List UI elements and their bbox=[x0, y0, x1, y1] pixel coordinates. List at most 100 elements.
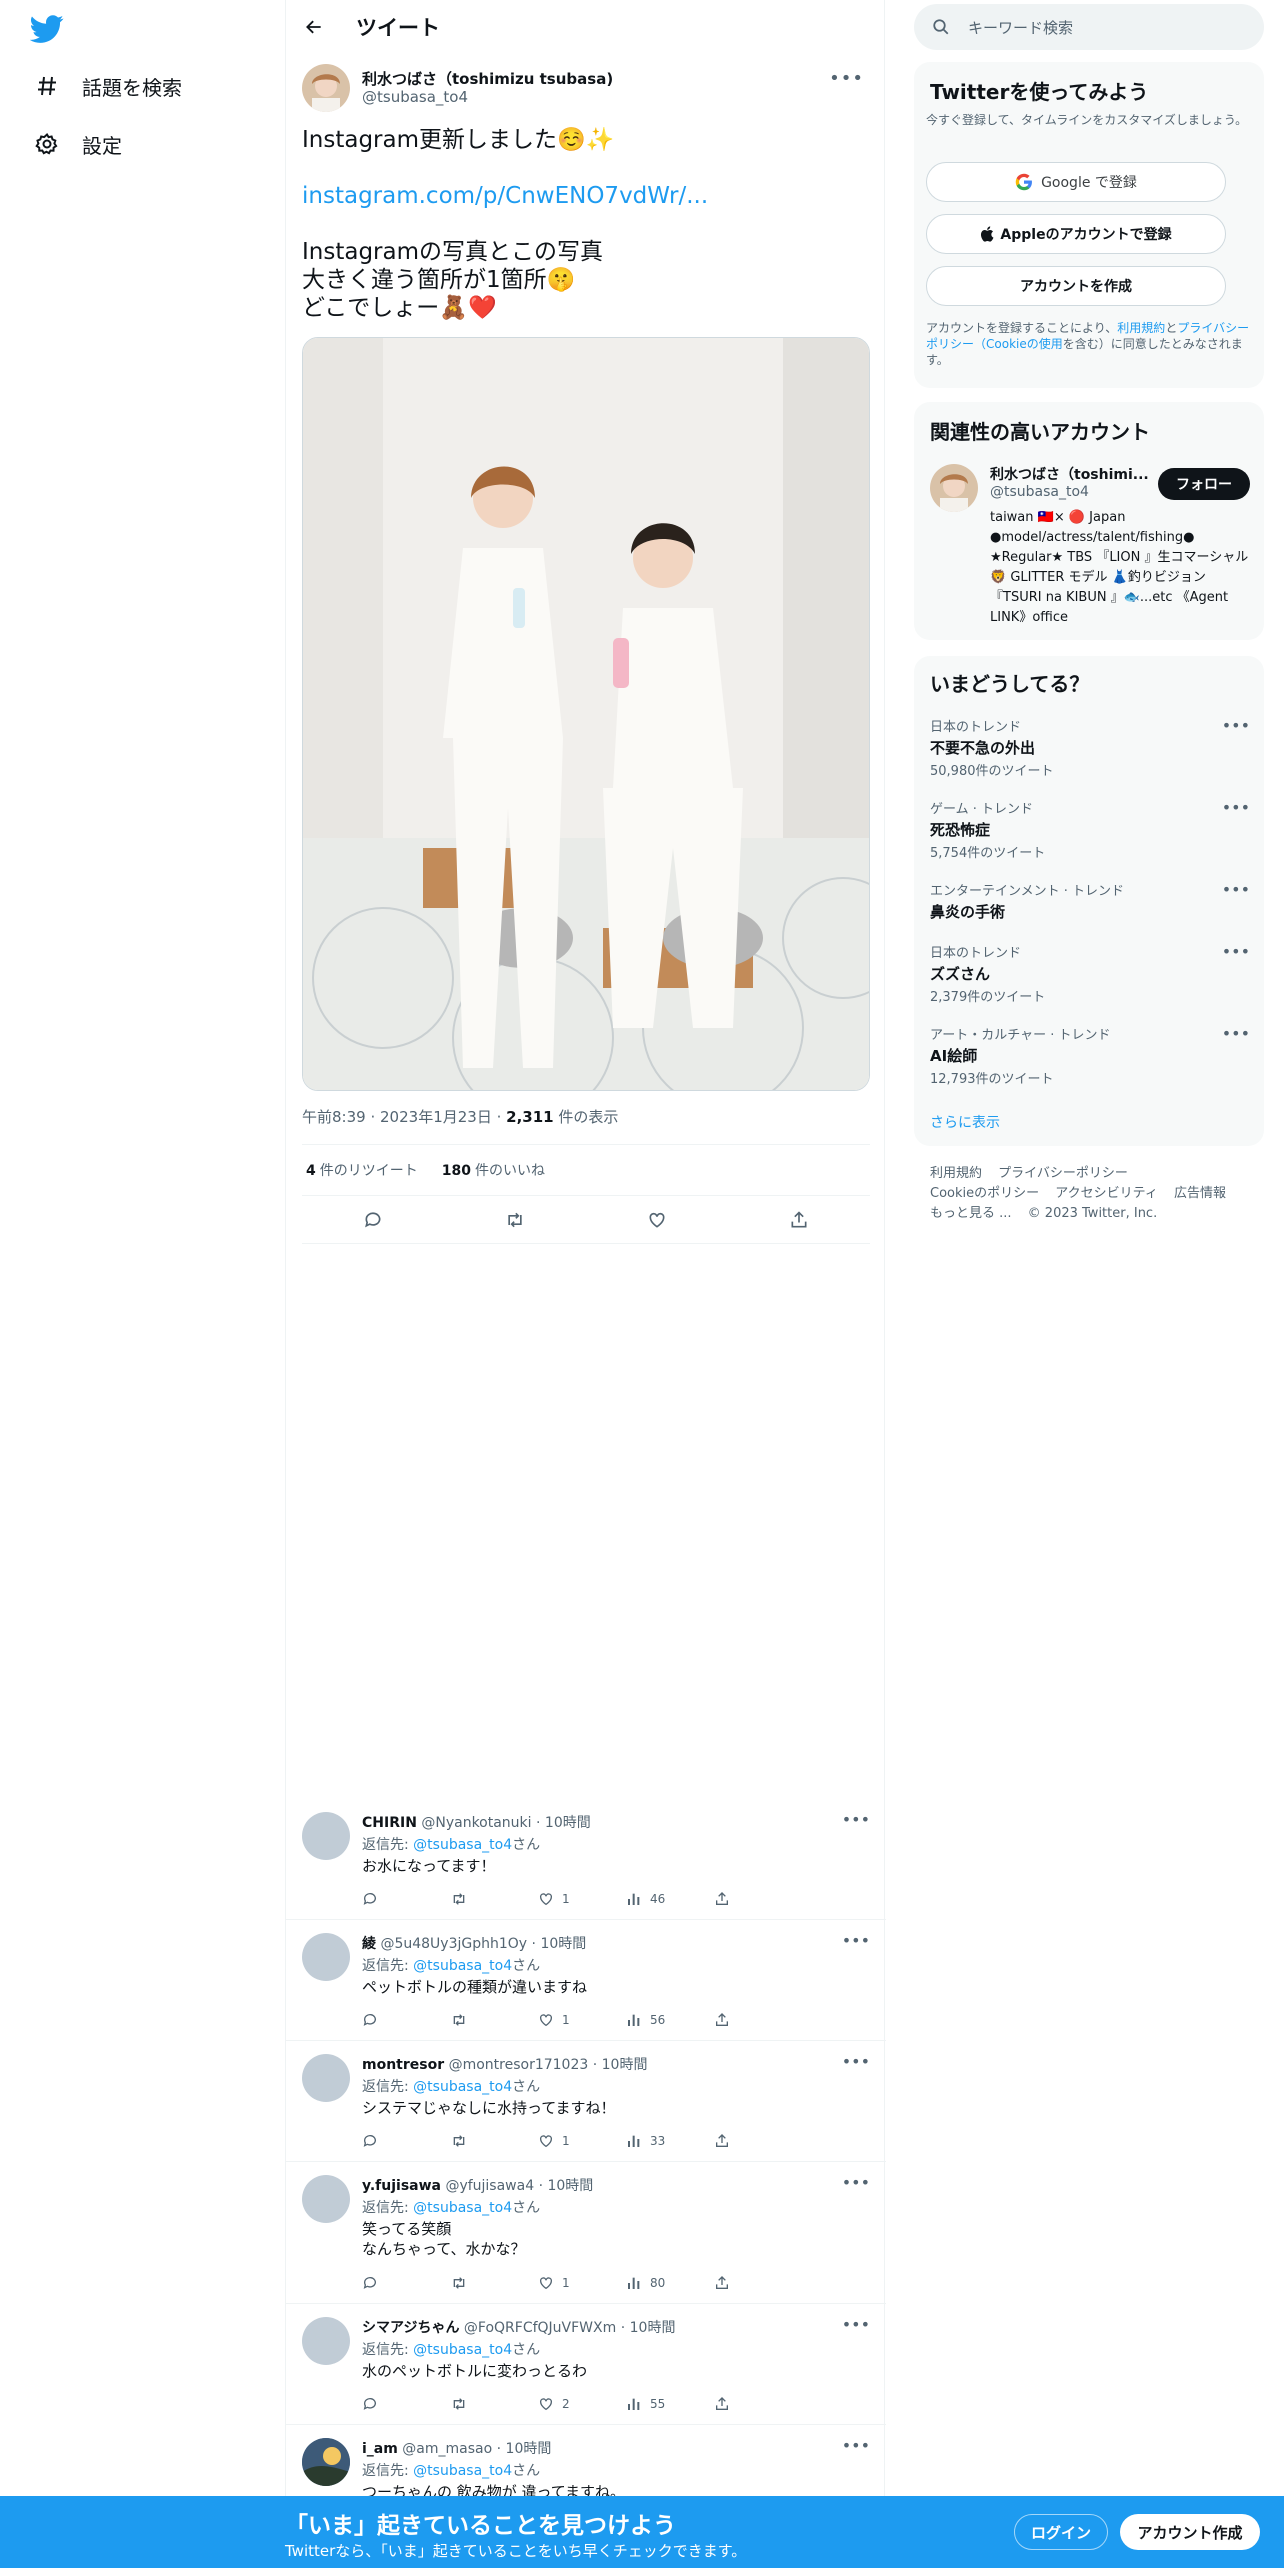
reply-time[interactable]: 10時間 bbox=[547, 2178, 593, 2194]
reply-author-name[interactable]: シマアジちゃん bbox=[362, 2320, 459, 2336]
views-button[interactable]: 33 bbox=[626, 2131, 714, 2151]
footer-terms-link[interactable]: 利用規約 bbox=[930, 1166, 982, 1181]
views-button[interactable]: 46 bbox=[626, 1889, 714, 1909]
reply-item[interactable]: montresor @montresor171023 · 10時間 返信先: @… bbox=[286, 2042, 886, 2162]
reply-item[interactable]: y.fujisawa @yfujisawa4 · 10時間 返信先: @tsub… bbox=[286, 2163, 886, 2304]
reply-icon[interactable] bbox=[361, 1208, 385, 1232]
share-icon[interactable] bbox=[787, 1208, 811, 1232]
create-account-button[interactable]: アカウントを作成 bbox=[926, 266, 1226, 306]
reply-to-link[interactable]: @tsubasa_to4 bbox=[413, 2200, 512, 2216]
reply-icon[interactable] bbox=[362, 2131, 450, 2151]
more-options-icon[interactable]: ••• bbox=[1222, 798, 1250, 817]
share-icon[interactable] bbox=[714, 2273, 802, 2293]
trend-item[interactable]: アート・カルチャー · トレンド AI絵師 12,793件のツイート ••• bbox=[930, 1024, 1250, 1087]
reply-to-link[interactable]: @tsubasa_to4 bbox=[413, 2079, 512, 2095]
tweet-photo[interactable] bbox=[302, 337, 870, 1091]
avatar[interactable] bbox=[302, 2438, 350, 2486]
more-options-icon[interactable]: ••• bbox=[842, 2436, 870, 2455]
reply-item[interactable]: 綾 @5u48Uy3jGphh1Oy · 10時間 返信先: @tsubasa_… bbox=[286, 1921, 886, 2041]
like-icon[interactable] bbox=[645, 1208, 669, 1232]
avatar[interactable] bbox=[302, 1933, 350, 1981]
trend-item[interactable]: ゲーム · トレンド 死恐怖症 5,754件のツイート ••• bbox=[930, 798, 1250, 861]
retweet-icon[interactable] bbox=[450, 2010, 538, 2030]
retweets-stat[interactable]: 4 件のリツイート bbox=[302, 1160, 418, 1180]
reply-author-name[interactable]: CHIRIN bbox=[362, 1815, 417, 1831]
reply-author-handle[interactable]: @FoQRFCfQJuVFWXm bbox=[464, 2320, 616, 2336]
like-button[interactable]: 1 bbox=[538, 2131, 626, 2151]
reply-item[interactable]: シマアジちゃん @FoQRFCfQJuVFWXm · 10時間 返信先: @ts… bbox=[286, 2305, 886, 2425]
views-button[interactable]: 55 bbox=[626, 2394, 714, 2414]
apple-signup-button[interactable]: Appleのアカウントで登録 bbox=[926, 214, 1226, 254]
avatar[interactable] bbox=[302, 1812, 350, 1860]
retweet-icon[interactable] bbox=[450, 2273, 538, 2293]
tweet-link[interactable]: instagram.com/p/CnwENO7vdWr/... bbox=[302, 182, 870, 210]
more-options-icon[interactable]: ••• bbox=[842, 1810, 870, 1829]
reply-time[interactable]: 10時間 bbox=[602, 2057, 648, 2073]
related-handle[interactable]: @tsubasa_to4 bbox=[990, 484, 1089, 500]
reply-time[interactable]: 10時間 bbox=[545, 1815, 591, 1831]
footer-privacy-link[interactable]: プライバシーポリシー bbox=[998, 1166, 1128, 1181]
reply-author-name[interactable]: i_am bbox=[362, 2441, 398, 2457]
trend-item[interactable]: 日本のトレンド 不要不急の外出 50,980件のツイート ••• bbox=[930, 716, 1250, 779]
more-options-icon[interactable]: ••• bbox=[1222, 942, 1250, 961]
reply-author-name[interactable]: 綾 bbox=[362, 1936, 376, 1952]
nav-explore[interactable]: 話題を検索 bbox=[34, 66, 182, 106]
like-button[interactable]: 1 bbox=[538, 2010, 626, 2030]
more-options-icon[interactable]: ••• bbox=[1222, 880, 1250, 899]
like-button[interactable]: 1 bbox=[538, 2273, 626, 2293]
search-input[interactable]: キーワード検索 bbox=[968, 17, 1073, 38]
reply-icon[interactable] bbox=[362, 1889, 450, 1909]
login-button[interactable]: ログイン bbox=[1014, 2514, 1108, 2550]
terms-link[interactable]: 利用規約 bbox=[1117, 321, 1165, 335]
reply-icon[interactable] bbox=[362, 2394, 450, 2414]
more-options-icon[interactable]: ••• bbox=[842, 1931, 870, 1950]
avatar[interactable] bbox=[930, 464, 978, 512]
views-button[interactable]: 56 bbox=[626, 2010, 714, 2030]
views-button[interactable]: 80 bbox=[626, 2273, 714, 2293]
follow-button[interactable]: フォロー bbox=[1158, 468, 1250, 500]
reply-author-handle[interactable]: @am_masao bbox=[402, 2441, 492, 2457]
retweet-icon[interactable] bbox=[450, 2394, 538, 2414]
related-name[interactable]: 利水つばさ（toshimi... bbox=[990, 464, 1149, 484]
like-button[interactable]: 1 bbox=[538, 1889, 626, 1909]
more-options-icon[interactable]: ••• bbox=[829, 68, 864, 89]
footer-ads-link[interactable]: 広告情報 bbox=[1174, 1186, 1226, 1201]
footer-accessibility-link[interactable]: アクセシビリティ bbox=[1055, 1186, 1158, 1201]
reply-icon[interactable] bbox=[362, 2273, 450, 2293]
reply-time[interactable]: 10時間 bbox=[506, 2441, 552, 2457]
trend-item[interactable]: 日本のトレンド ズズさん 2,379件のツイート ••• bbox=[930, 942, 1250, 1005]
like-button[interactable]: 2 bbox=[538, 2394, 626, 2414]
more-options-icon[interactable]: ••• bbox=[1222, 1024, 1250, 1043]
share-icon[interactable] bbox=[714, 1889, 802, 1909]
trend-item[interactable]: エンターテインメント · トレンド 鼻炎の手術 ••• bbox=[930, 880, 1250, 922]
author-handle[interactable]: @tsubasa_to4 bbox=[362, 88, 468, 106]
more-options-icon[interactable]: ••• bbox=[842, 2173, 870, 2192]
author-name[interactable]: 利水つばさ（toshimizu tsubasa) bbox=[362, 68, 613, 89]
reply-author-handle[interactable]: @yfujisawa4 bbox=[445, 2178, 534, 2194]
retweet-icon[interactable] bbox=[503, 1208, 527, 1232]
share-icon[interactable] bbox=[714, 2394, 802, 2414]
signup-button[interactable]: アカウント作成 bbox=[1120, 2514, 1260, 2550]
more-options-icon[interactable]: ••• bbox=[842, 2315, 870, 2334]
footer-more-link[interactable]: もっと見る ... bbox=[930, 1206, 1012, 1221]
reply-to-link[interactable]: @tsubasa_to4 bbox=[413, 1837, 512, 1853]
avatar[interactable] bbox=[302, 2054, 350, 2102]
footer-cookie-link[interactable]: Cookieのポリシー bbox=[930, 1186, 1039, 1201]
retweet-icon[interactable] bbox=[450, 1889, 538, 1909]
reply-time[interactable]: 10時間 bbox=[540, 1936, 586, 1952]
reply-icon[interactable] bbox=[362, 2010, 450, 2030]
avatar[interactable] bbox=[302, 64, 350, 112]
google-signup-button[interactable]: Google で登録 bbox=[926, 162, 1226, 202]
avatar[interactable] bbox=[302, 2175, 350, 2223]
more-options-icon[interactable]: ••• bbox=[842, 2052, 870, 2071]
cookie-link[interactable]: （Cookieの使用 bbox=[974, 337, 1063, 351]
retweet-icon[interactable] bbox=[450, 2131, 538, 2151]
likes-stat[interactable]: 180 件のいいね bbox=[438, 1160, 545, 1180]
reply-author-handle[interactable]: @Nyankotanuki bbox=[421, 1815, 531, 1831]
twitter-logo-icon[interactable] bbox=[29, 12, 64, 46]
reply-author-name[interactable]: montresor bbox=[362, 2057, 444, 2073]
nav-settings[interactable]: 設定 bbox=[34, 124, 122, 164]
back-arrow-icon[interactable] bbox=[302, 15, 326, 39]
reply-to-link[interactable]: @tsubasa_to4 bbox=[413, 1958, 512, 1974]
avatar[interactable] bbox=[302, 2317, 350, 2365]
